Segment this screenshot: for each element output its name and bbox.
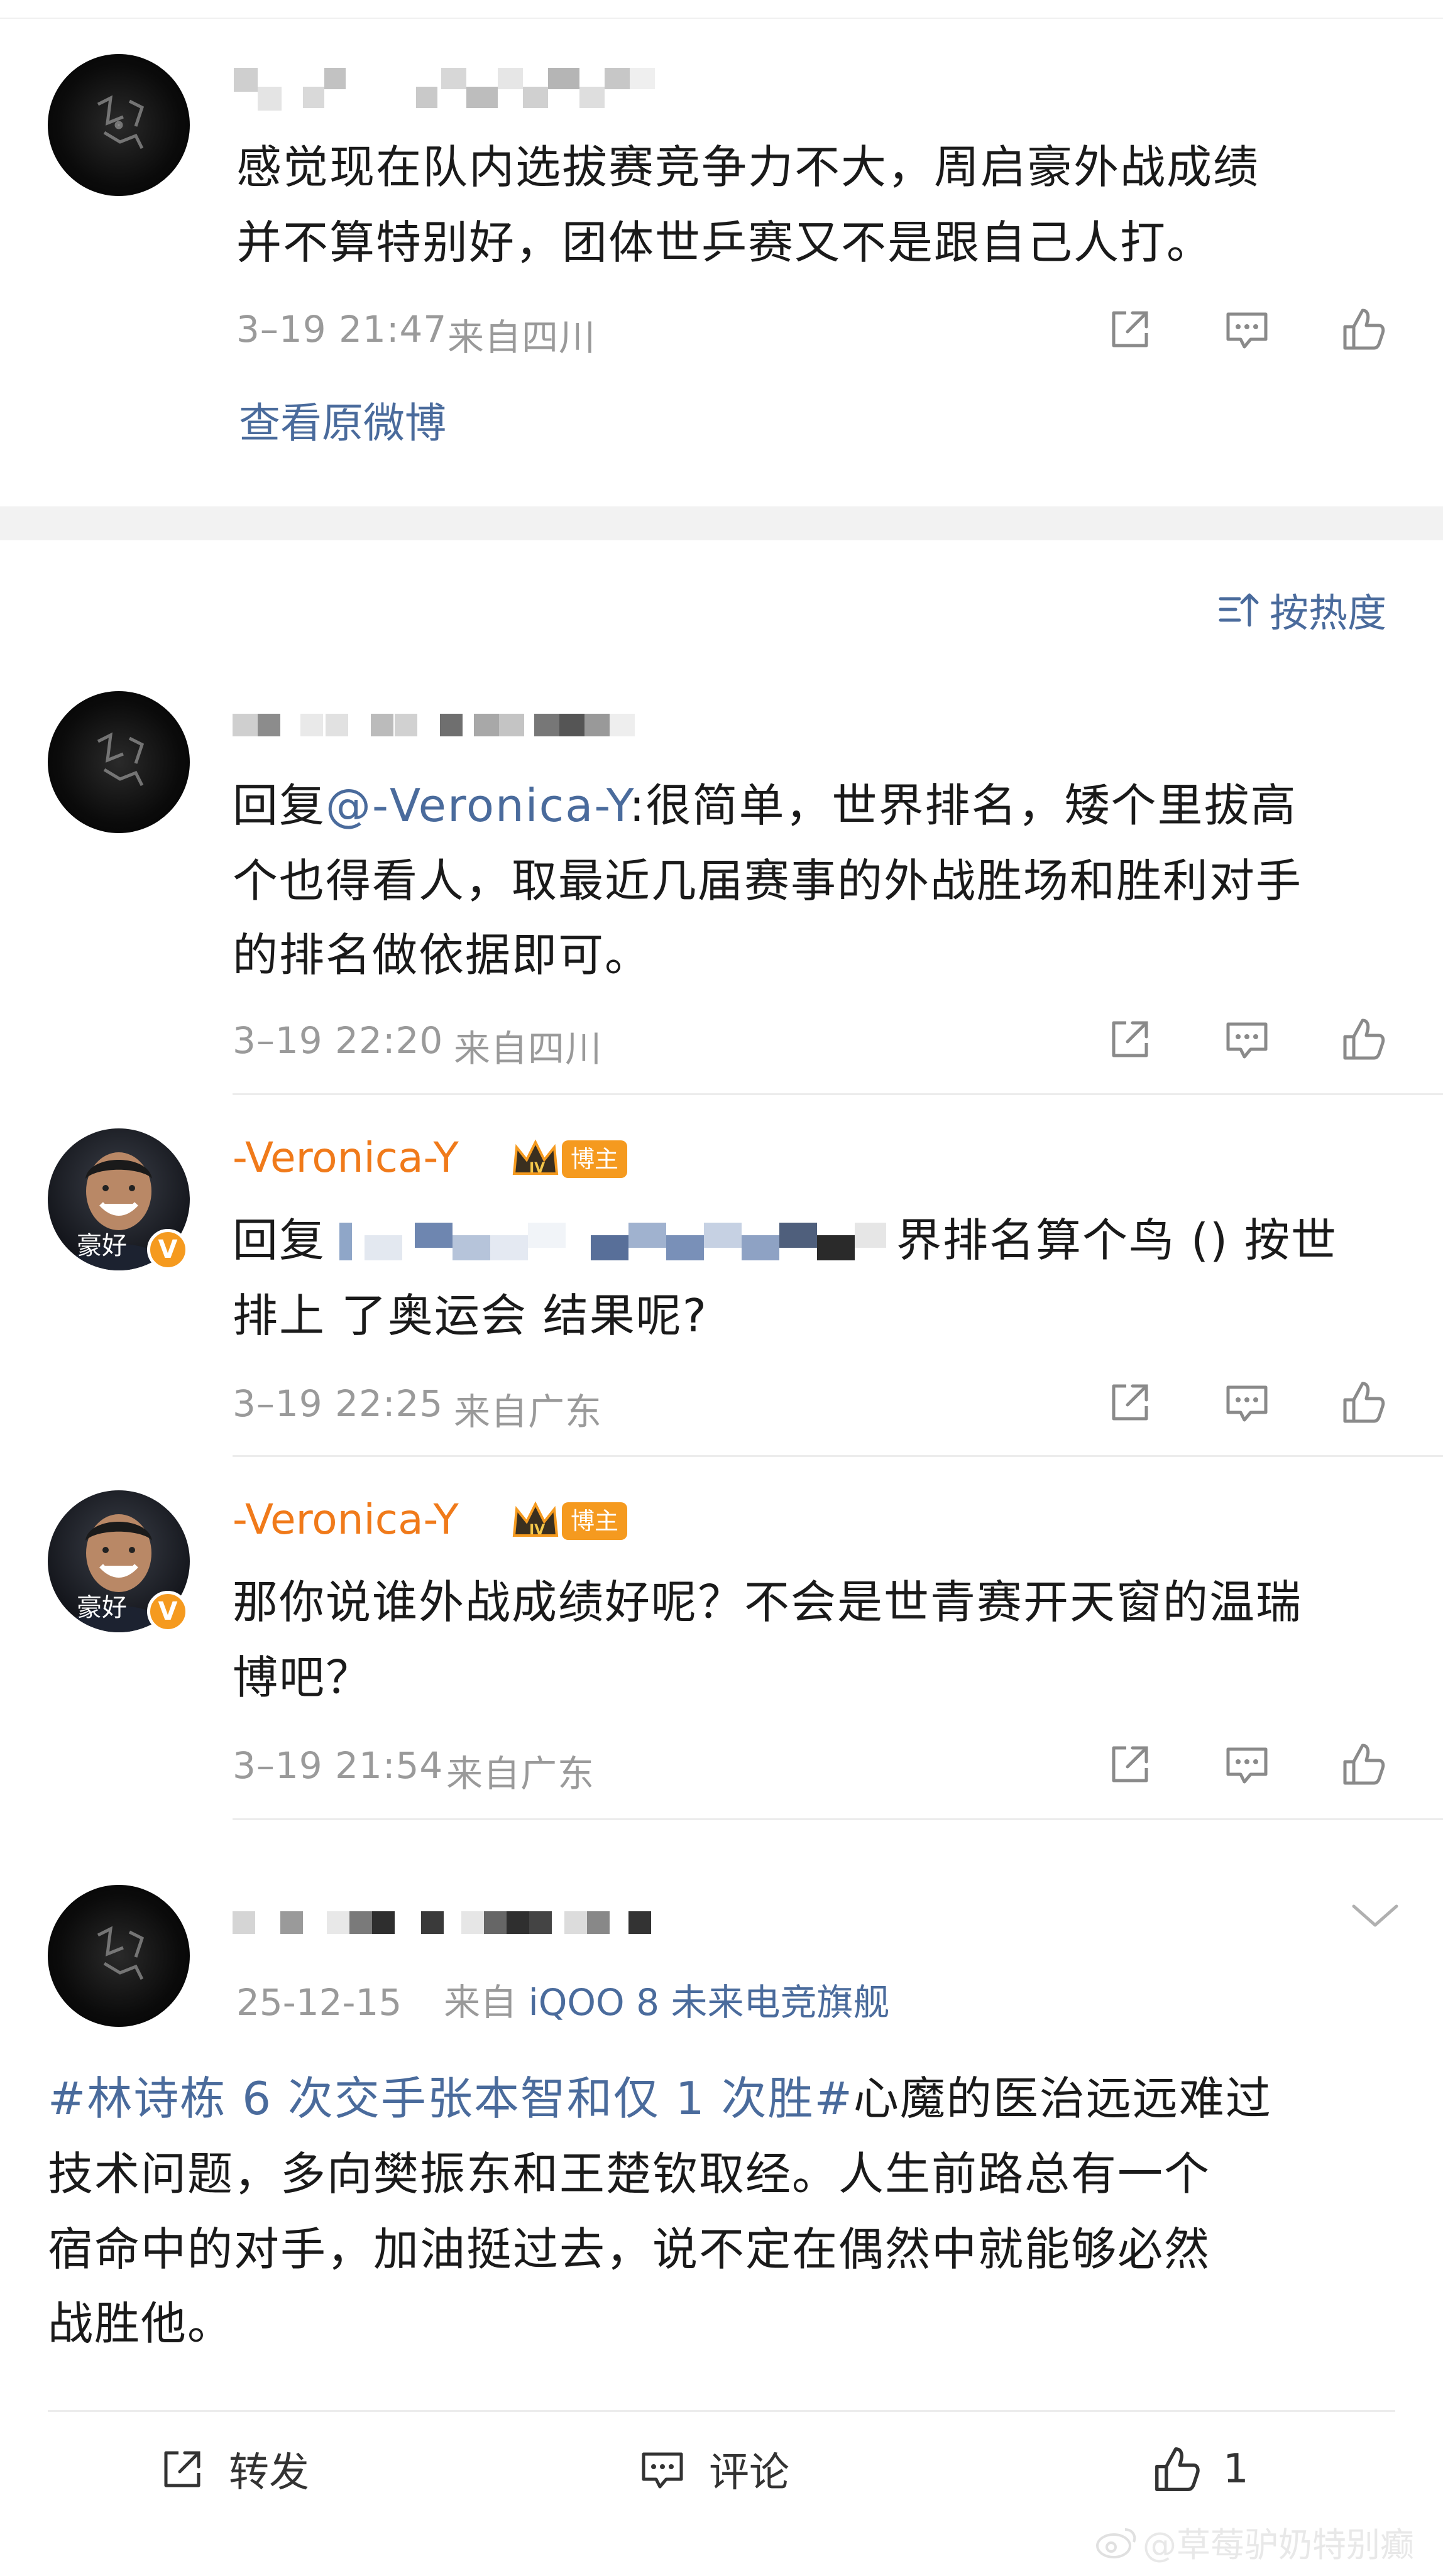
post-text-line3: 宿命中的对手，加油挺过去，说不定在偶然中就能够必然 bbox=[48, 2223, 1211, 2276]
comment-text-line2: 个也得看人，取最近几届赛事的外战胜场和胜利对手 bbox=[233, 854, 1303, 907]
comment-text-line2: 排上 了奥运会 结果呢? bbox=[233, 1289, 708, 1342]
avatar[interactable] bbox=[48, 691, 190, 833]
like-icon[interactable] bbox=[1339, 1014, 1389, 1064]
like-icon bbox=[1155, 2447, 1200, 2491]
reply-prefix: 回复 bbox=[233, 1214, 326, 1267]
share-icon[interactable] bbox=[1105, 304, 1155, 354]
chevron-down-icon[interactable] bbox=[1350, 1900, 1400, 1931]
avatar-logo-icon bbox=[97, 1926, 145, 1980]
comment-time: 3–19 22:25 bbox=[233, 1382, 444, 1425]
sort-button[interactable]: 按热度 bbox=[1217, 584, 1387, 636]
username-pixelated[interactable] bbox=[234, 68, 674, 112]
crown-icon: IV bbox=[512, 1139, 559, 1176]
avatar-logo-icon bbox=[97, 95, 145, 150]
avatar[interactable] bbox=[48, 54, 190, 196]
blogger-badge: IV 博主 bbox=[510, 1139, 628, 1178]
like-icon[interactable] bbox=[1339, 1739, 1389, 1789]
source-link[interactable]: iQOO 8 未来电竞旗舰 bbox=[529, 1981, 890, 2024]
post-text-line1: 感觉现在队内选拔赛竞争力不大，周启豪外战成绩 bbox=[236, 141, 1260, 194]
watermark-text: @草莓驴奶特别癫 bbox=[1143, 2525, 1414, 2565]
sort-icon bbox=[1219, 593, 1259, 627]
post-location: 来自四川 bbox=[447, 316, 596, 359]
post-text-line2: 并不算特别好，团体世乒赛又不是跟自己人打。 bbox=[236, 216, 1214, 269]
repost-button[interactable]: 转发 bbox=[157, 2438, 309, 2501]
comment-text-line1: 那你说谁外战成绩好呢？不会是世青赛开天窗的温瑞 bbox=[233, 1576, 1303, 1629]
post-text-line4: 战胜他。 bbox=[48, 2297, 234, 2350]
comment-divider bbox=[233, 1093, 1443, 1095]
post-text-line1: #林诗栋 6 次交手张本智和仅 1 次胜#心魔的医治远远难过 bbox=[48, 2061, 1272, 2136]
like-icon[interactable] bbox=[1339, 304, 1389, 354]
comment-icon bbox=[642, 2452, 683, 2489]
comment-icon[interactable] bbox=[1222, 1014, 1272, 1064]
username-pixelated[interactable] bbox=[233, 1911, 672, 1936]
verified-badge-icon: V bbox=[147, 1591, 189, 1632]
top-divider bbox=[0, 18, 1443, 19]
badge-label: 博主 bbox=[562, 1140, 628, 1178]
comment-location: 来自广东 bbox=[454, 1390, 603, 1433]
comment-time: 3–19 22:20 bbox=[233, 1019, 444, 1062]
comment-text-line2: 博吧？ bbox=[233, 1651, 373, 1704]
view-original-link[interactable]: 查看原微博 bbox=[239, 390, 446, 450]
comment-icon[interactable] bbox=[1222, 1377, 1272, 1427]
repost-icon bbox=[164, 2451, 200, 2487]
comment-text-line3: 的排名做依据即可。 bbox=[233, 929, 652, 981]
blogger-badge: IV 博主 bbox=[510, 1501, 628, 1540]
sort-label: 按热度 bbox=[1270, 590, 1387, 636]
comment-location: 来自广东 bbox=[446, 1752, 595, 1795]
share-icon[interactable] bbox=[1105, 1739, 1155, 1789]
repost-label: 转发 bbox=[229, 2450, 309, 2496]
share-icon[interactable] bbox=[1105, 1377, 1155, 1427]
like-button[interactable]: 1 bbox=[1150, 2438, 1249, 2501]
comment-time: 3–19 21:54 bbox=[233, 1744, 444, 1787]
comment-text: :很简单，世界排名，矮个里拔高 bbox=[629, 779, 1297, 832]
post-text-line2: 技术问题，多向樊振东和王楚钦取经。人生前路总有一个 bbox=[48, 2148, 1211, 2200]
bottom-divider bbox=[48, 2410, 1395, 2412]
author-name[interactable]: -Veronica-Y bbox=[233, 1133, 459, 1182]
watermark: @草莓驴奶特别癫 bbox=[1095, 2517, 1414, 2567]
username-pixelated[interactable] bbox=[233, 714, 647, 739]
mention-link[interactable]: @-Veronica-Y bbox=[326, 779, 629, 832]
post-text: 心魔的医治远远难过 bbox=[853, 2072, 1272, 2125]
reply-target-pixelated[interactable] bbox=[339, 1223, 905, 1270]
svg-text:IV: IV bbox=[529, 1160, 545, 1176]
comment-icon[interactable] bbox=[1222, 304, 1272, 354]
source-prefix: 来自 bbox=[444, 1981, 517, 2024]
svg-text:IV: IV bbox=[529, 1522, 545, 1538]
avatar[interactable] bbox=[48, 1885, 190, 2027]
reply-prefix: 回复 bbox=[233, 779, 326, 832]
like-count: 1 bbox=[1223, 2446, 1249, 2492]
author-name[interactable]: -Veronica-Y bbox=[233, 1495, 459, 1544]
comment-button[interactable]: 评论 bbox=[637, 2438, 789, 2501]
share-icon[interactable] bbox=[1105, 1014, 1155, 1064]
crown-icon: IV bbox=[512, 1501, 559, 1538]
like-icon[interactable] bbox=[1339, 1377, 1389, 1427]
hashtag-link[interactable]: #林诗栋 6 次交手张本智和仅 1 次胜# bbox=[48, 2072, 853, 2125]
verified-badge-icon: V bbox=[147, 1229, 189, 1270]
comment-text-line1: 回复@-Veronica-Y:很简单，世界排名，矮个里拔高 bbox=[233, 768, 1297, 843]
post-date: 25-12-15 bbox=[236, 1981, 402, 2024]
badge-label: 博主 bbox=[562, 1502, 628, 1540]
comment-label: 评论 bbox=[709, 2450, 789, 2496]
comment-divider bbox=[233, 1455, 1443, 1457]
post-meta: 25-12-15 来自 iQOO 8 未来电竞旗舰 bbox=[236, 1973, 889, 2026]
comment-location: 来自四川 bbox=[454, 1027, 603, 1070]
section-separator bbox=[0, 506, 1443, 540]
avatar-caption: 豪好 bbox=[77, 1231, 127, 1260]
post-time: 3–19 21:47 bbox=[236, 308, 447, 351]
avatar-logo-icon bbox=[97, 732, 145, 787]
weibo-logo-icon bbox=[1096, 2528, 1136, 2558]
comment-icon[interactable] bbox=[1222, 1739, 1272, 1789]
avatar-caption: 豪好 bbox=[77, 1593, 127, 1622]
comment-text-line1-suffix: 界排名算个鸟 () 按世 bbox=[896, 1214, 1337, 1267]
comment-divider bbox=[233, 1818, 1443, 1820]
